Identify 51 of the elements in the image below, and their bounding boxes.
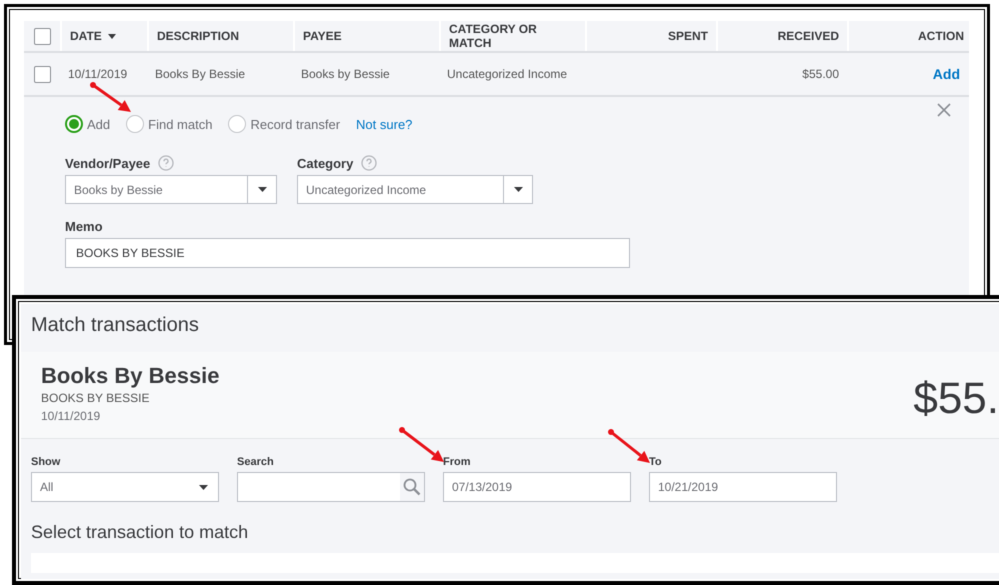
table-cell: $55.00 — [802, 67, 839, 81]
amount: $55. — [913, 374, 999, 425]
help-link[interactable]: Not sure? — [356, 116, 412, 132]
table-cell: Uncategorized Income — [447, 67, 568, 81]
search-button[interactable] — [400, 473, 424, 501]
column-header[interactable]: PAYEE — [303, 29, 342, 43]
radio-option[interactable]: Add — [65, 115, 110, 133]
dropdown-caret-icon — [514, 187, 522, 192]
column-header[interactable]: SPENT — [668, 29, 708, 43]
radio-option[interactable]: Find match — [126, 115, 212, 133]
help-icon[interactable] — [158, 155, 174, 171]
add-link[interactable]: Add — [932, 66, 960, 82]
field-label: Vendor/Payee — [65, 156, 150, 170]
memo-field[interactable]: BOOKS BY BESSIE — [65, 238, 630, 268]
table-cell: 10/11/2019 — [68, 67, 128, 81]
table-cell: Books by Bessie — [301, 67, 390, 81]
close-icon[interactable] — [937, 103, 951, 117]
transaction-date: 10/11/2019 — [41, 409, 102, 423]
search-icon — [403, 478, 421, 496]
annotation-arrow — [399, 427, 444, 462]
dropdown-field[interactable]: Books by Bessie — [65, 175, 277, 204]
field-label: Search — [237, 456, 275, 470]
column-header[interactable]: RECEIVED — [778, 29, 839, 43]
table-cell: Books By Bessie — [155, 67, 246, 81]
dialog-title: Match transactions — [30, 313, 200, 338]
annotation-arrow — [90, 82, 131, 112]
help-icon[interactable] — [361, 155, 378, 171]
sort-caret-icon — [108, 34, 116, 38]
section-title: Select transaction to match — [30, 521, 250, 543]
column-header[interactable]: DESCRIPTION — [157, 29, 240, 43]
radio-option[interactable]: Record transfer — [228, 115, 340, 133]
dropdown-caret-icon — [258, 187, 266, 192]
column-header[interactable]: DATE — [70, 29, 116, 43]
row-checkbox[interactable] — [34, 66, 50, 82]
field-label: Show — [31, 456, 62, 470]
payee-name: Books By Bessie — [41, 363, 220, 389]
annotation-arrow — [608, 429, 650, 463]
dropdown-caret-icon — [199, 484, 208, 490]
date-field[interactable]: 07/13/2019 — [443, 472, 631, 502]
column-header[interactable]: ACTION — [918, 29, 964, 43]
field-label: Memo — [65, 218, 103, 234]
search-field[interactable] — [237, 472, 425, 502]
field-label: To — [649, 456, 663, 470]
column-header[interactable]: CATEGORY OR MATCH — [449, 22, 577, 50]
show-dropdown[interactable]: All — [31, 472, 219, 502]
dropdown-field[interactable]: Uncategorized Income — [297, 175, 533, 204]
field-label: Category — [297, 156, 354, 170]
field-label: From — [443, 456, 472, 470]
bank-detail: BOOKS BY BESSIE — [41, 391, 150, 405]
select-all-checkbox[interactable] — [34, 28, 50, 44]
date-field[interactable]: 10/21/2019 — [649, 472, 837, 502]
